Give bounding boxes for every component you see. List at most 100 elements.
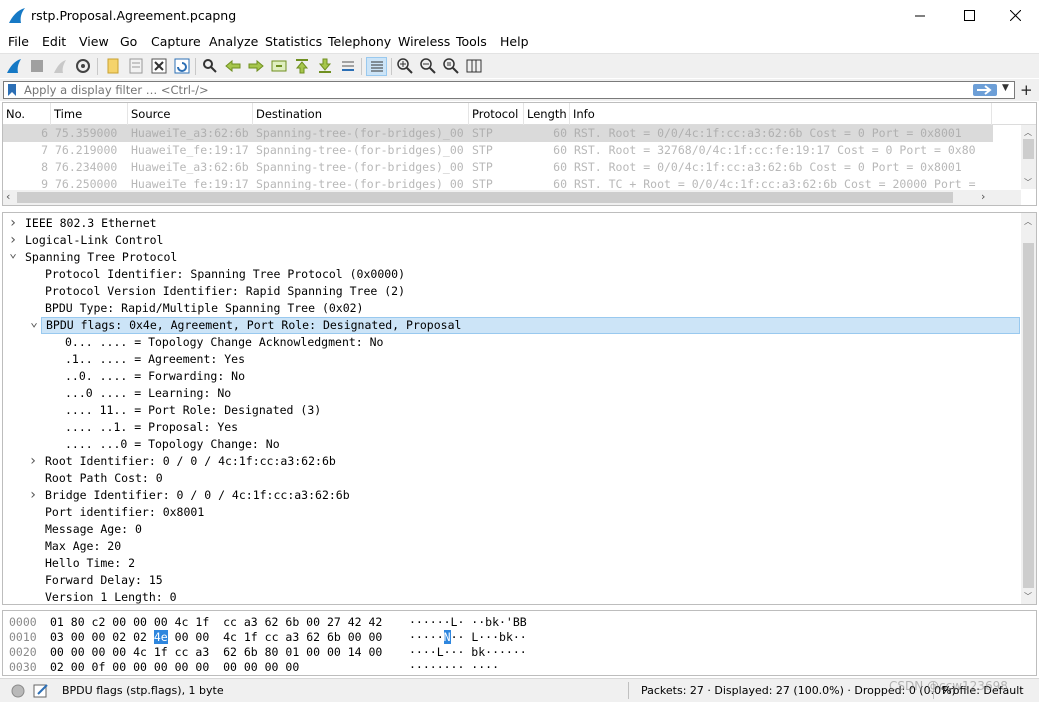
maximize-button[interactable] xyxy=(946,0,992,31)
chevron-up-icon[interactable]: ︿ xyxy=(1024,216,1032,227)
capture-status-icon[interactable] xyxy=(11,684,25,698)
go-last-button[interactable] xyxy=(316,57,334,75)
menu-tools[interactable]: Tools xyxy=(456,34,487,49)
zoom-out-button[interactable] xyxy=(419,57,437,75)
col-protocol[interactable]: Protocol xyxy=(469,103,524,125)
byte-row[interactable]: 0030 02 00 0f 00 00 00 00 00 00 00 00 00 ·… xyxy=(3,659,1036,675)
menu-file[interactable]: File xyxy=(8,34,29,49)
detail-row[interactable]: › IEEE 802.3 Ethernet xyxy=(3,215,1019,232)
detail-row[interactable]: › Logical-Link Control xyxy=(3,232,1019,249)
detail-row[interactable]: .... ..1. = Proposal: Yes xyxy=(3,419,1019,436)
filter-history-dropdown[interactable]: ▼ xyxy=(1002,83,1009,93)
detail-row[interactable]: Hello Time: 2 xyxy=(3,555,1019,572)
apply-filter-button[interactable] xyxy=(973,84,997,96)
packet-row[interactable]: 6 75.359000 HuaweiTe_a3:62:6b Spanning-tree… xyxy=(3,125,993,142)
menu-help[interactable]: Help xyxy=(500,34,529,49)
packet-list-vscroll[interactable]: ︿ ﹀ xyxy=(1021,125,1036,189)
scroll-thumb[interactable] xyxy=(1023,243,1034,588)
chevron-right-icon[interactable]: › xyxy=(27,487,39,504)
detail-row[interactable]: Message Age: 0 xyxy=(3,521,1019,538)
col-no[interactable]: No. xyxy=(3,103,51,125)
cell-length: 60 xyxy=(553,160,567,174)
chevron-down-icon[interactable]: ⌄ xyxy=(7,247,19,266)
col-length[interactable]: Length xyxy=(524,103,570,125)
detail-row[interactable]: ⌄ Spanning Tree Protocol xyxy=(3,247,1019,266)
packet-row[interactable]: 7 76.219000 HuaweiTe_fe:19:17 Spanning-tree… xyxy=(3,142,993,159)
detail-row[interactable]: › Root Identifier: 0 / 0 / 4c:1f:cc:a3:62… xyxy=(3,453,1019,470)
detail-text: .... ...0 = Topology Change: No xyxy=(65,437,280,451)
chevron-left-icon[interactable]: ‹ xyxy=(6,190,10,203)
packet-row[interactable]: 8 76.234000 HuaweiTe_a3:62:6b Spanning-tree… xyxy=(3,159,993,176)
byte-row[interactable]: 0010 03 00 00 02 02 4e 00 00 4c 1f cc a3 … xyxy=(3,629,1036,645)
col-info[interactable]: Info xyxy=(570,103,992,125)
zoom-in-button[interactable] xyxy=(396,57,414,75)
chevron-down-icon[interactable]: ﹀ xyxy=(1024,591,1032,602)
find-packet-button[interactable] xyxy=(201,57,219,75)
close-button[interactable] xyxy=(992,0,1038,31)
detail-row[interactable]: Max Age: 20 xyxy=(3,538,1019,555)
close-file-button[interactable] xyxy=(150,57,168,75)
packet-list-hscroll[interactable]: ‹ › xyxy=(3,190,1021,205)
add-filter-button[interactable]: + xyxy=(1020,81,1033,99)
details-vscroll[interactable]: ︿ ﹀ xyxy=(1021,213,1036,604)
detail-row[interactable]: Root Path Cost: 0 xyxy=(3,470,1019,487)
cell-no: 7 xyxy=(41,143,48,157)
detail-row[interactable]: 0... .... = Topology Change Acknowledgme… xyxy=(3,334,1019,351)
detail-row[interactable]: Protocol Version Identifier: Rapid Spann… xyxy=(3,283,1019,300)
arrow-left-icon xyxy=(225,59,241,73)
restart-capture-button[interactable] xyxy=(51,57,69,75)
edit-comment-icon[interactable] xyxy=(33,683,49,699)
scroll-thumb[interactable] xyxy=(17,192,953,203)
capture-options-button[interactable] xyxy=(74,57,92,75)
detail-row[interactable]: .... 11.. = Port Role: Designated (3) xyxy=(3,402,1019,419)
stop-capture-button[interactable] xyxy=(28,57,46,75)
byte-row[interactable]: 0020 00 00 00 00 4c 1f cc a3 62 6b 80 01 … xyxy=(3,644,1036,660)
detail-row[interactable]: ⌄ BPDU flags: 0x4e, Agreement, Port Role:… xyxy=(30,316,1020,334)
chevron-right-icon[interactable]: › xyxy=(7,215,19,232)
byte-row[interactable]: 0000 01 80 c2 00 00 00 4c 1f cc a3 62 6b … xyxy=(3,614,1036,630)
detail-row[interactable]: .... ...0 = Topology Change: No xyxy=(3,436,1019,453)
save-file-button[interactable] xyxy=(127,57,145,75)
display-filter-input[interactable] xyxy=(3,81,1015,99)
chevron-right-icon[interactable]: › xyxy=(27,453,39,470)
detail-row[interactable]: Version 1 Length: 0 xyxy=(3,589,1019,604)
menu-go[interactable]: Go xyxy=(120,34,137,49)
minimize-button[interactable] xyxy=(897,0,943,31)
reload-file-button[interactable] xyxy=(173,57,191,75)
resize-columns-button[interactable] xyxy=(465,57,483,75)
detail-row[interactable]: .1.. .... = Agreement: Yes xyxy=(3,351,1019,368)
scroll-thumb[interactable] xyxy=(1023,139,1034,159)
menu-telephony[interactable]: Telephony xyxy=(328,34,391,49)
menu-view[interactable]: View xyxy=(79,34,109,49)
zoom-reset-button[interactable] xyxy=(442,57,460,75)
menu-statistics[interactable]: Statistics xyxy=(265,34,322,49)
open-file-button[interactable] xyxy=(104,57,122,75)
go-to-packet-button[interactable] xyxy=(270,57,288,75)
chevron-right-icon[interactable]: › xyxy=(981,190,985,203)
bookmark-icon[interactable] xyxy=(7,84,17,96)
chevron-up-icon[interactable]: ︿ xyxy=(1024,127,1032,138)
menu-capture[interactable]: Capture xyxy=(151,34,201,49)
go-forward-button[interactable] xyxy=(247,57,265,75)
col-destination[interactable]: Destination xyxy=(253,103,469,125)
start-capture-button[interactable] xyxy=(5,57,23,75)
chevron-down-icon[interactable]: ⌄ xyxy=(28,316,40,335)
menu-wireless[interactable]: Wireless xyxy=(398,34,450,49)
menu-analyze[interactable]: Analyze xyxy=(209,34,258,49)
go-first-button[interactable] xyxy=(293,57,311,75)
detail-row[interactable]: ..0. .... = Forwarding: No xyxy=(3,368,1019,385)
col-source[interactable]: Source xyxy=(128,103,253,125)
detail-row[interactable]: Forward Delay: 15 xyxy=(3,572,1019,589)
go-back-button[interactable] xyxy=(224,57,242,75)
autoscroll-button[interactable] xyxy=(339,57,357,75)
chevron-down-icon[interactable]: ﹀ xyxy=(1024,177,1032,188)
menu-edit[interactable]: Edit xyxy=(42,34,66,49)
ascii-segment: ····L··· bk······ xyxy=(409,645,527,659)
detail-row[interactable]: Protocol Identifier: Spanning Tree Proto… xyxy=(3,266,1019,283)
detail-row[interactable]: ...0 .... = Learning: No xyxy=(3,385,1019,402)
col-time[interactable]: Time xyxy=(51,103,128,125)
detail-row[interactable]: › Bridge Identifier: 0 / 0 / 4c:1f:cc:a3:… xyxy=(3,487,1019,504)
detail-row[interactable]: BPDU Type: Rapid/Multiple Spanning Tree … xyxy=(3,300,1019,317)
detail-row[interactable]: Port identifier: 0x8001 xyxy=(3,504,1019,521)
colorize-button[interactable] xyxy=(366,57,387,76)
